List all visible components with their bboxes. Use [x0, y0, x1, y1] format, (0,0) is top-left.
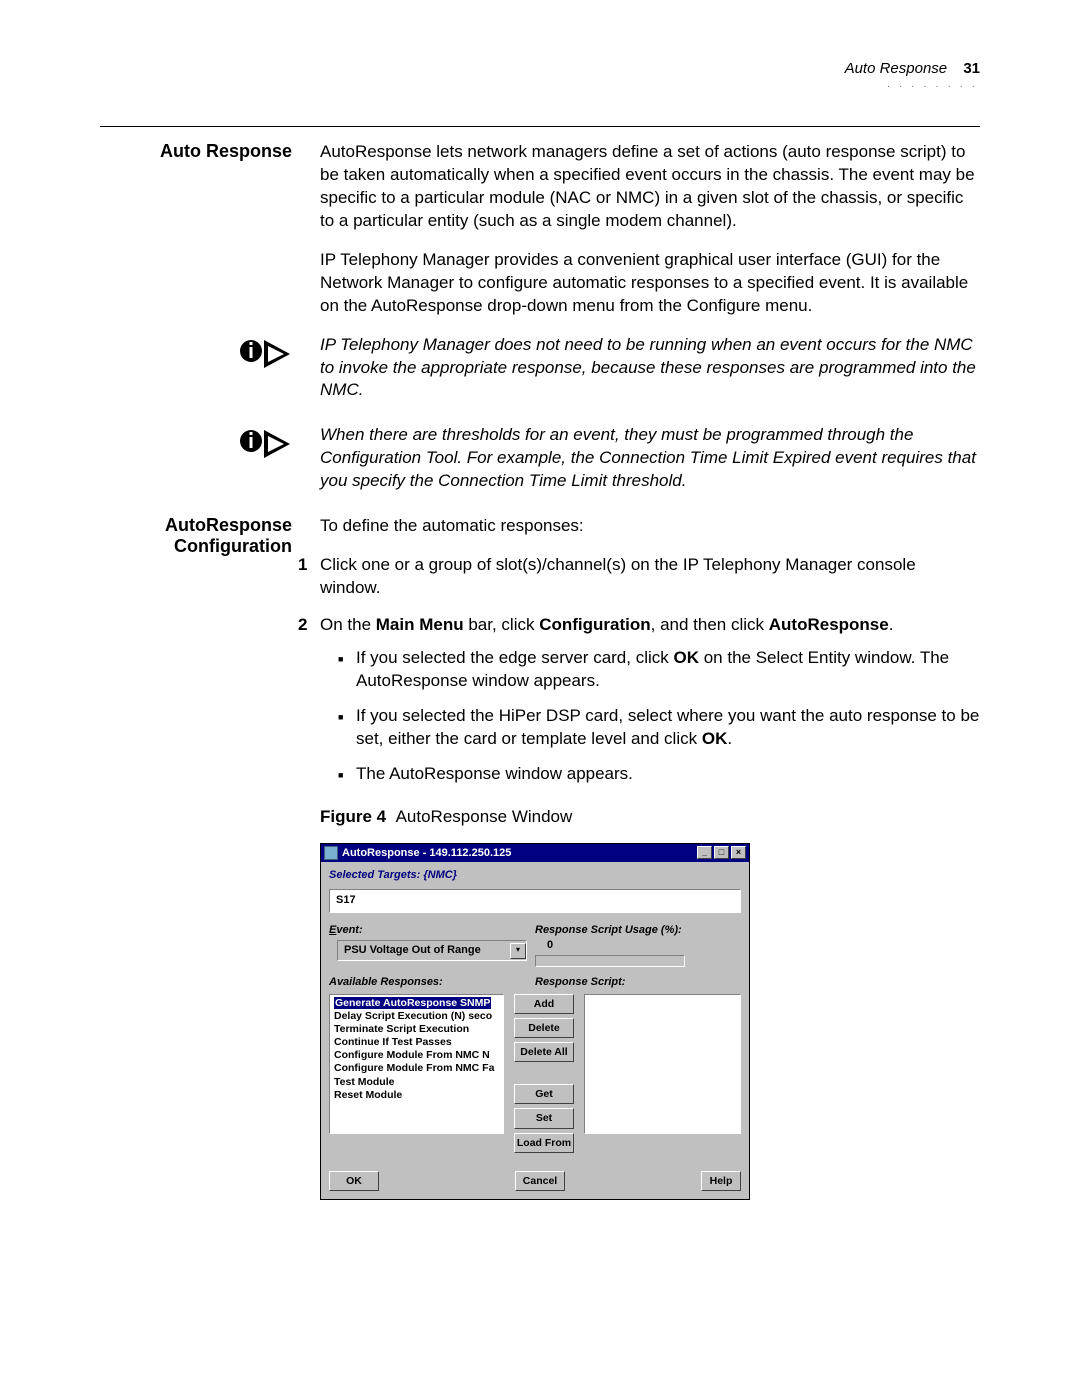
section-heading: Auto Response	[100, 141, 320, 334]
running-section: Auto Response	[845, 60, 948, 77]
bullet-3: The AutoResponse window appears.	[338, 763, 980, 786]
bullet-1: If you selected the edge server card, cl…	[338, 647, 980, 693]
note-1: IP Telephony Manager does not need to be…	[320, 334, 980, 403]
list-item[interactable]: Configure Module From NMC N	[334, 1049, 490, 1061]
list-item[interactable]: Terminate Script Execution	[334, 1023, 469, 1035]
load-from-button[interactable]: Load From	[514, 1133, 574, 1153]
chevron-down-icon[interactable]: ▾	[510, 943, 526, 959]
delete-button[interactable]: Delete	[514, 1018, 574, 1038]
response-script-label: Response Script:	[535, 975, 741, 990]
get-button[interactable]: Get	[514, 1084, 574, 1104]
maximize-button[interactable]: □	[714, 846, 729, 859]
header-dots: · · · · · · · ·	[100, 81, 980, 92]
cancel-button[interactable]: Cancel	[515, 1171, 565, 1191]
list-item[interactable]: Generate AutoResponse SNMP	[334, 997, 491, 1009]
bullet-2: If you selected the HiPer DSP card, sele…	[338, 705, 980, 751]
list-item[interactable]: Reset Module	[334, 1089, 402, 1101]
minimize-button[interactable]: _	[697, 846, 712, 859]
note-icon	[100, 424, 320, 493]
divider	[100, 126, 980, 127]
running-header: Auto Response 31	[100, 60, 980, 77]
list-item[interactable]: Test Module	[334, 1076, 394, 1088]
usage-bar	[535, 955, 685, 967]
ok-button[interactable]: OK	[329, 1171, 379, 1191]
config-intro: To define the automatic responses:	[320, 515, 980, 538]
page-number: 31	[963, 60, 980, 77]
event-combo[interactable]: PSU Voltage Out of Range ▾	[337, 940, 527, 961]
available-responses-list[interactable]: Generate AutoResponse SNMP Delay Script …	[329, 994, 504, 1134]
note-icon	[100, 334, 320, 403]
list-item[interactable]: Delay Script Execution (N) seco	[334, 1010, 492, 1022]
help-button[interactable]: Help	[701, 1171, 741, 1191]
list-item[interactable]: Continue If Test Passes	[334, 1036, 452, 1048]
intro-para-1: AutoResponse lets network managers defin…	[320, 141, 980, 233]
close-button[interactable]: ×	[731, 846, 746, 859]
intro-para-2: IP Telephony Manager provides a convenie…	[320, 249, 980, 318]
subsection-heading: AutoResponse Configuration	[100, 515, 320, 1200]
figure-caption: Figure 4 AutoResponse Window	[320, 806, 980, 829]
event-label: Event:	[329, 923, 535, 938]
list-item[interactable]: Configure Module From NMC Fa	[334, 1062, 494, 1074]
set-button[interactable]: Set	[514, 1108, 574, 1128]
targets-list[interactable]: S17	[329, 889, 741, 913]
step-2: On the Main Menu bar, click Configuratio…	[320, 614, 980, 786]
add-button[interactable]: Add	[514, 994, 574, 1014]
event-value: PSU Voltage Out of Range	[338, 941, 510, 960]
autoresponse-window: AutoResponse - 149.112.250.125 _ □ × Sel…	[320, 843, 750, 1200]
app-icon	[324, 846, 338, 860]
usage-value: 0	[547, 938, 741, 953]
response-script-list[interactable]	[584, 994, 741, 1134]
titlebar[interactable]: AutoResponse - 149.112.250.125 _ □ ×	[321, 844, 749, 863]
note-2: When there are thresholds for an event, …	[320, 424, 980, 493]
selected-targets-label: Selected Targets: {NMC}	[329, 868, 741, 883]
usage-label: Response Script Usage (%):	[535, 923, 741, 938]
delete-all-button[interactable]: Delete All	[514, 1042, 574, 1062]
available-label: Available Responses:	[329, 975, 535, 990]
window-title: AutoResponse - 149.112.250.125	[342, 846, 511, 861]
step-1: Click one or a group of slot(s)/channel(…	[320, 554, 980, 600]
